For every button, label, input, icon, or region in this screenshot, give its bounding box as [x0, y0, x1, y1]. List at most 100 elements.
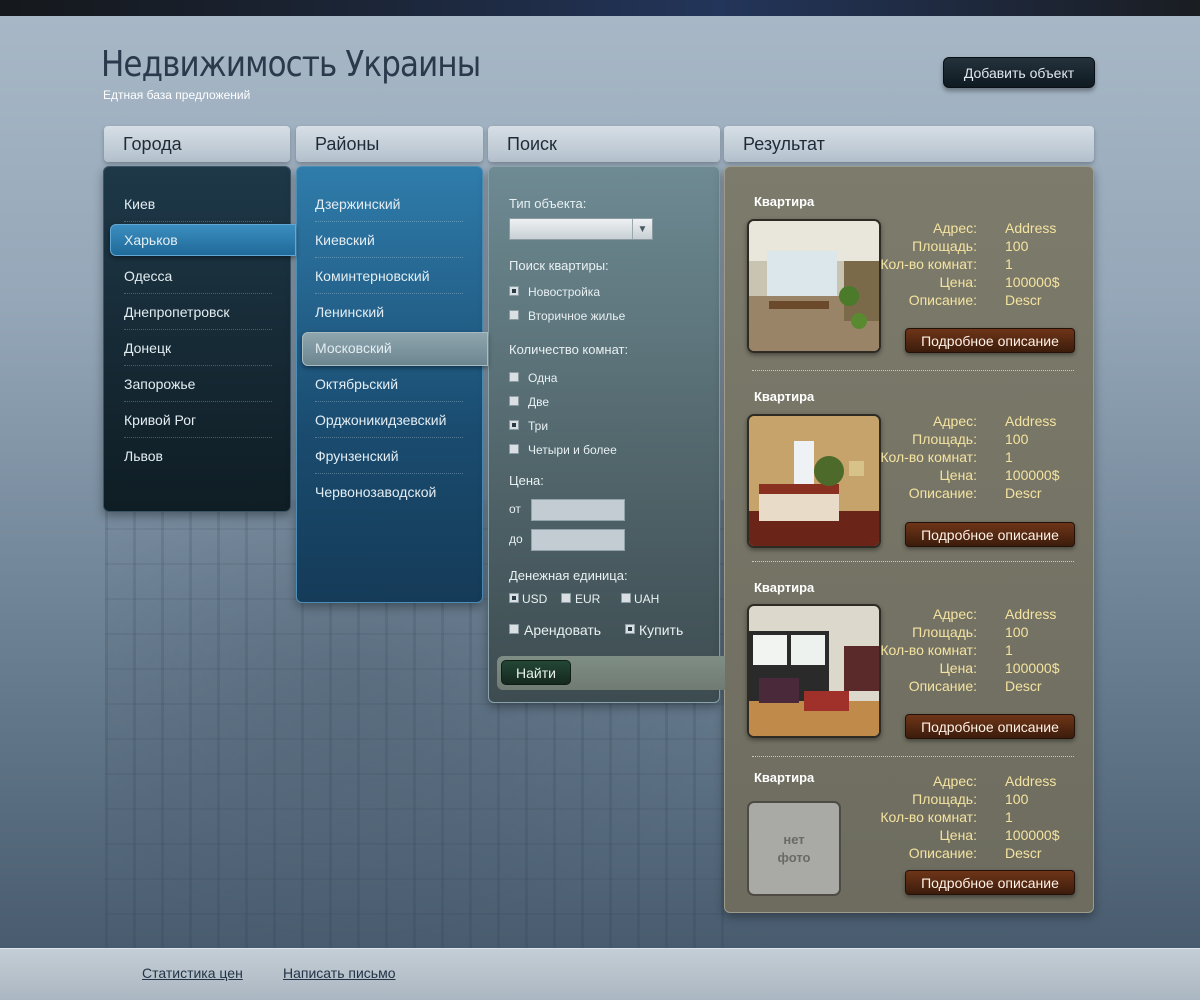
address-key: Адрес:	[933, 220, 977, 236]
district-item-kyivskyi[interactable]: Киевский	[315, 222, 463, 258]
city-item-kharkiv[interactable]: Харьков	[124, 222, 272, 258]
details-button[interactable]: Подробное описание	[905, 328, 1075, 353]
district-item-dzerzhynskyi[interactable]: Дзержинский	[315, 186, 463, 222]
result-address-row: Адрес: Address	[880, 606, 1080, 624]
city-item-kyiv[interactable]: Киев	[124, 186, 272, 222]
city-label: Харьков	[124, 232, 178, 248]
district-label: Киевский	[315, 232, 375, 248]
rooms-four-plus-checkbox[interactable]	[509, 444, 519, 454]
details-button[interactable]: Подробное описание	[905, 714, 1075, 739]
district-label: Орджоникидзевский	[315, 412, 447, 428]
rooms-two-label: Две	[528, 395, 550, 409]
result-rooms-row: Кол-во комнат: 1	[880, 642, 1080, 660]
address-value: Address	[1005, 606, 1057, 622]
currency-uah-checkbox[interactable]	[621, 593, 631, 603]
district-item-ordzhonikidzevskyi[interactable]: Орджоникидзевский	[315, 402, 463, 438]
description-value: Descr	[1005, 485, 1042, 501]
district-item-frunzenskyi[interactable]: Фрунзенский	[315, 438, 463, 474]
district-label: Московский	[315, 340, 392, 356]
district-item-oktiabrskyi[interactable]: Октябрьский	[315, 366, 463, 402]
result-title: Квартира	[754, 389, 815, 404]
result-description-row: Описание: Descr	[880, 678, 1080, 696]
address-value: Address	[1005, 773, 1057, 789]
no-photo-text: фото	[777, 849, 811, 865]
result-description-row: Описание: Descr	[880, 845, 1080, 863]
buy-checkbox[interactable]	[625, 624, 635, 634]
district-label: Фрунзенский	[315, 448, 399, 464]
result-photo-bedroom[interactable]	[747, 414, 881, 548]
result-area-row: Площадь: 100	[880, 431, 1080, 449]
city-item-zaporizhzhia[interactable]: Запорожье	[124, 366, 272, 402]
districts-header: Районы	[296, 126, 483, 162]
secondary-housing-checkbox[interactable]	[509, 310, 519, 320]
area-value: 100	[1005, 431, 1029, 447]
currency-eur-checkbox[interactable]	[561, 593, 571, 603]
city-item-odesa[interactable]: Одесса	[124, 258, 272, 294]
result-description-row: Описание: Descr	[880, 485, 1080, 503]
currency-label: Денежная единица:	[509, 568, 628, 583]
price-key: Цена:	[939, 827, 977, 843]
city-item-donetsk[interactable]: Донецк	[124, 330, 272, 366]
rooms-three-checkbox[interactable]	[509, 420, 519, 430]
description-key: Описание:	[908, 485, 977, 501]
city-item-dnipropetrovsk[interactable]: Днепропетровск	[124, 294, 272, 330]
price-value: 100000$	[1005, 660, 1060, 676]
footer-link-price-stats[interactable]: Статистика цен	[142, 965, 243, 981]
new-building-checkbox[interactable]	[509, 286, 519, 296]
address-value: Address	[1005, 413, 1057, 429]
city-label: Запорожье	[124, 376, 196, 392]
buy-label: Купить	[639, 622, 684, 638]
details-button[interactable]: Подробное описание	[905, 870, 1075, 895]
rent-checkbox[interactable]	[509, 624, 519, 634]
currency-uah-label: UAH	[634, 592, 660, 606]
top-bar	[0, 0, 1200, 16]
cities-header: Города	[104, 126, 290, 162]
description-value: Descr	[1005, 845, 1042, 861]
price-from-input[interactable]	[531, 499, 625, 521]
add-object-button[interactable]: Добавить объект	[943, 57, 1095, 88]
city-item-lviv[interactable]: Львов	[124, 438, 272, 474]
area-value: 100	[1005, 624, 1029, 640]
result-photo-living-room[interactable]	[747, 604, 881, 738]
rooms-value: 1	[1005, 449, 1013, 465]
city-label: Львов	[124, 448, 163, 464]
rent-label: Арендовать	[524, 622, 602, 638]
result-rooms-row: Кол-во комнат: 1	[880, 809, 1080, 827]
result-price-row: Цена: 100000$	[880, 467, 1080, 485]
result-title: Квартира	[754, 194, 815, 209]
currency-usd-checkbox[interactable]	[509, 593, 519, 603]
search-header: Поиск	[488, 126, 720, 162]
area-value: 100	[1005, 238, 1029, 254]
result-divider	[752, 561, 1074, 562]
city-item-kryvyi-rih[interactable]: Кривой Рог	[124, 402, 272, 438]
result-photo-kitchen[interactable]	[747, 219, 881, 353]
details-button[interactable]: Подробное описание	[905, 522, 1075, 547]
chevron-down-icon: ▼	[632, 219, 652, 239]
price-key: Цена:	[939, 467, 977, 483]
find-button[interactable]: Найти	[501, 660, 571, 685]
description-value: Descr	[1005, 678, 1042, 694]
description-key: Описание:	[908, 678, 977, 694]
rooms-one-checkbox[interactable]	[509, 372, 519, 382]
price-value: 100000$	[1005, 827, 1060, 843]
area-key: Площадь:	[912, 624, 977, 640]
rooms-two-checkbox[interactable]	[509, 396, 519, 406]
rooms-three-label: Три	[528, 419, 549, 433]
site-subtitle: Едтная база предложений	[103, 88, 251, 102]
district-item-kominternovskyi[interactable]: Коминтерновский	[315, 258, 463, 294]
district-item-leninskyi[interactable]: Ленинский	[315, 294, 463, 330]
district-item-moskovskyi[interactable]: Московский	[315, 330, 463, 366]
currency-usd-label: USD	[522, 592, 548, 606]
district-label: Октябрьский	[315, 376, 399, 392]
search-panel	[488, 166, 720, 703]
site-title: Недвижимость Украины	[101, 44, 481, 85]
area-key: Площадь:	[912, 431, 977, 447]
object-type-select[interactable]: ▼	[509, 218, 653, 240]
rooms-value: 1	[1005, 642, 1013, 658]
address-key: Адрес:	[933, 606, 977, 622]
footer-link-write-letter[interactable]: Написать письмо	[283, 965, 395, 981]
result-address-row: Адрес: Address	[880, 773, 1080, 791]
result-rooms-row: Кол-во комнат: 1	[880, 256, 1080, 274]
district-item-chervonozavodskyi[interactable]: Червонозаводской	[315, 474, 463, 510]
price-to-input[interactable]	[531, 529, 625, 551]
